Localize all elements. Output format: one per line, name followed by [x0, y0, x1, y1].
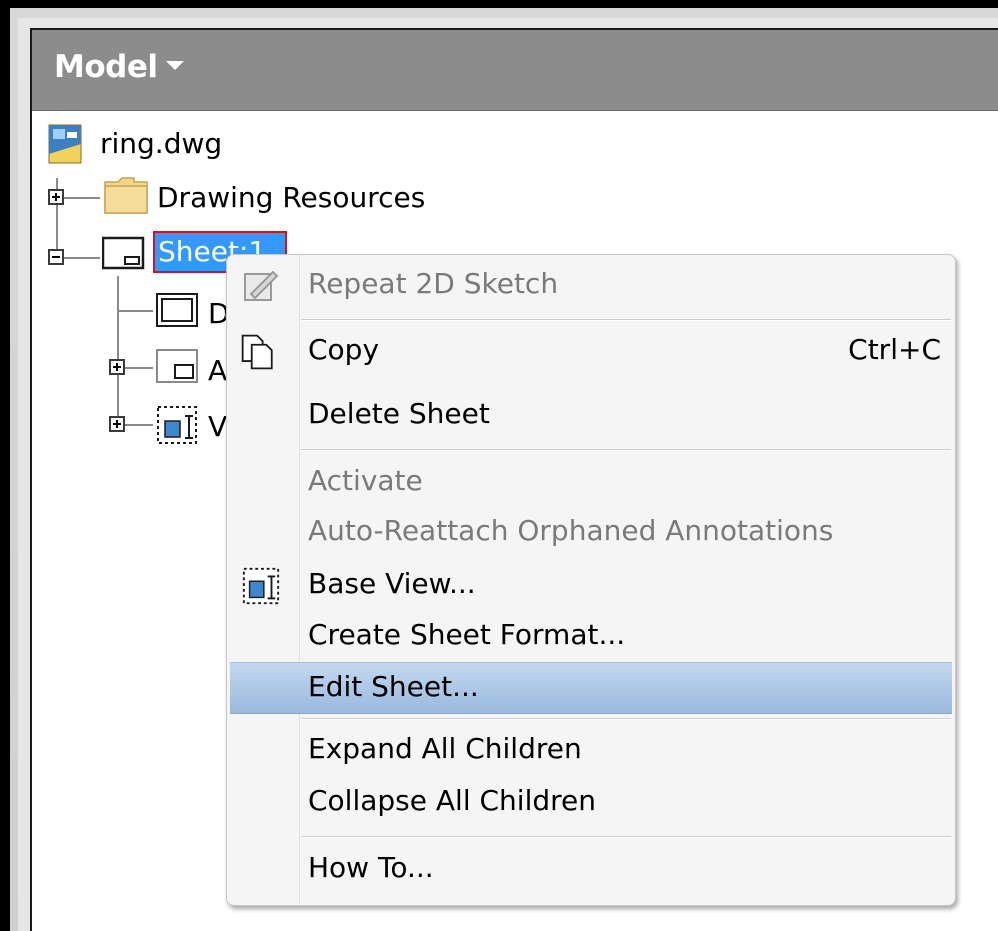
menu-item-delete-sheet[interactable]: Delete Sheet — [227, 390, 955, 440]
folder-icon — [104, 177, 148, 214]
sketch-icon — [244, 270, 279, 301]
menu-item-label: Auto-Reattach Orphaned Annotations — [308, 514, 834, 547]
expand-toggle[interactable] — [109, 416, 125, 432]
tree-line — [117, 310, 153, 312]
menu-separator — [301, 718, 951, 720]
menu-item-label: How To... — [308, 851, 434, 884]
title-block-icon — [156, 349, 198, 383]
tree-item-label: Drawing Resources — [157, 181, 426, 214]
expand-toggle[interactable] — [48, 189, 64, 205]
menu-separator — [301, 836, 951, 838]
menu-item-how-to[interactable]: How To... — [227, 844, 955, 894]
border-icon — [156, 293, 198, 327]
tree-item-label: ring.dwg — [100, 127, 223, 160]
menu-item-label: Activate — [308, 464, 423, 497]
menu-item-shortcut: Ctrl+C — [848, 333, 941, 366]
menu-item-label: Base View... — [308, 567, 476, 600]
menu-item-activate[interactable]: Activate — [227, 457, 955, 507]
menu-item-collapse-all[interactable]: Collapse All Children — [227, 777, 955, 827]
copy-icon — [241, 334, 273, 370]
menu-item-base-view[interactable]: Base View... — [227, 560, 955, 610]
menu-item-copy[interactable]: Copy Ctrl+C — [227, 326, 955, 376]
menu-separator — [301, 319, 951, 321]
panel-header: Model — [32, 30, 998, 111]
menu-item-label: Copy — [308, 333, 380, 366]
base-view-icon — [157, 406, 197, 444]
menu-separator — [301, 449, 951, 451]
menu-item-label: Create Sheet Format... — [308, 618, 626, 651]
collapse-toggle[interactable] — [48, 249, 64, 265]
menu-item-label: Expand All Children — [308, 732, 582, 765]
context-menu: Repeat 2D Sketch Copy Ctrl+C Delete Shee… — [226, 254, 956, 906]
menu-item-expand-all[interactable]: Expand All Children — [227, 725, 955, 775]
menu-item-label: Repeat 2D Sketch — [308, 267, 559, 300]
tree-line — [117, 276, 119, 426]
menu-item-repeat-2d-sketch[interactable]: Repeat 2D Sketch — [227, 260, 955, 310]
menu-item-label: Delete Sheet — [308, 397, 490, 430]
base-view-icon — [242, 567, 280, 605]
dwg-file-icon — [48, 124, 82, 164]
sheet-icon — [102, 236, 145, 270]
menu-item-auto-reattach[interactable]: Auto-Reattach Orphaned Annotations — [227, 507, 955, 557]
menu-item-edit-sheet[interactable]: Edit Sheet... — [230, 662, 952, 714]
menu-item-create-sheet-format[interactable]: Create Sheet Format... — [227, 611, 955, 661]
panel-title-dropdown[interactable]: Model — [54, 49, 184, 85]
menu-item-label: Collapse All Children — [308, 784, 596, 817]
panel-title-label: Model — [54, 49, 158, 85]
chevron-down-icon — [165, 61, 184, 70]
expand-toggle[interactable] — [109, 359, 125, 375]
menu-item-label: Edit Sheet... — [308, 670, 479, 703]
